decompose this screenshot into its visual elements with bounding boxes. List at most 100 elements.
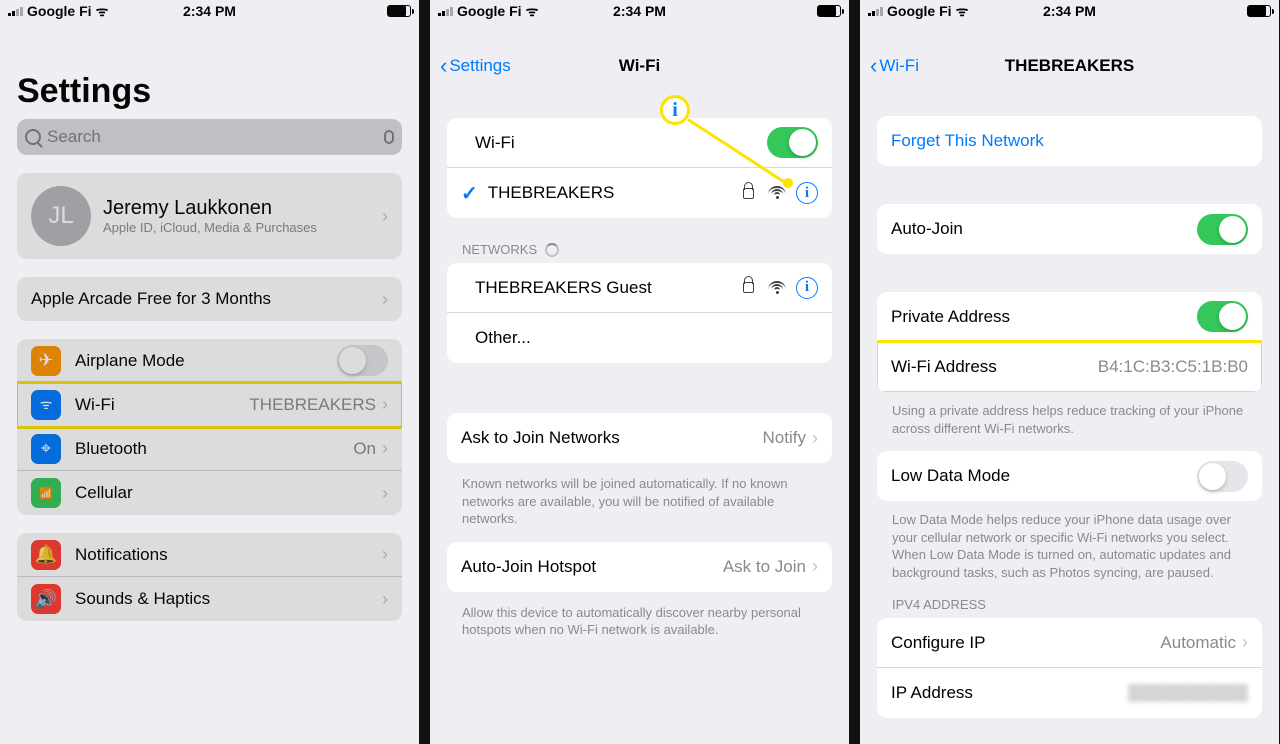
networks-header: NETWORKS (430, 236, 849, 263)
forget-label: Forget This Network (891, 131, 1044, 151)
forget-network-cell[interactable]: Forget This Network (877, 116, 1262, 166)
wifi-status-icon: ᯤ (96, 2, 109, 21)
search-placeholder: Search (47, 127, 378, 147)
time-label: 2:34 PM (183, 3, 236, 19)
wifi-icon: ᯤ (31, 390, 61, 420)
ipv4-header: IPV4 ADDRESS (860, 595, 1279, 618)
auto-join-cell: Auto-Join (877, 204, 1262, 254)
back-label: Wi-Fi (879, 56, 919, 76)
notifications-label: Notifications (75, 545, 376, 565)
signal-icon (8, 6, 23, 16)
private-address-toggle[interactable] (1197, 301, 1248, 332)
time-label: 2:34 PM (1043, 3, 1096, 19)
configure-ip-label: Configure IP (891, 633, 1160, 653)
wifi-address-cell: Wi-Fi Address B4:1C:B3:C5:1B:B0 (877, 342, 1262, 392)
battery-icon (387, 5, 411, 17)
configure-ip-cell[interactable]: Configure IP Automatic › (877, 618, 1262, 668)
profile-cell[interactable]: JL Jeremy Laukkonen Apple ID, iCloud, Me… (17, 173, 402, 259)
auto-join-toggle[interactable] (1197, 214, 1248, 245)
private-address-cell: Private Address (877, 292, 1262, 342)
chevron-icon: › (382, 289, 388, 310)
check-icon: ✓ (461, 181, 478, 206)
carrier-label: Google Fi (887, 3, 952, 19)
back-label: Settings (449, 56, 510, 76)
auto-hotspot-cell[interactable]: Auto-Join Hotspot Ask to Join › (447, 542, 832, 592)
auto-hotspot-label: Auto-Join Hotspot (461, 557, 723, 577)
notifications-cell[interactable]: 🔔 Notifications › (17, 533, 402, 577)
lock-icon (743, 282, 754, 293)
callout-dot (783, 178, 793, 188)
ask-join-footer: Known networks will be joined automatica… (430, 469, 849, 542)
low-data-footer: Low Data Mode helps reduce your iPhone d… (860, 505, 1279, 595)
carrier-label: Google Fi (27, 3, 92, 19)
chevron-icon: › (382, 438, 388, 459)
time-label: 2:34 PM (613, 3, 666, 19)
private-address-footer: Using a private address helps reduce tra… (860, 396, 1279, 451)
auto-join-label: Auto-Join (891, 219, 1197, 239)
cellular-label: Cellular (75, 483, 376, 503)
cellular-cell[interactable]: 📶 Cellular › (17, 471, 402, 515)
sounds-cell[interactable]: 🔊 Sounds & Haptics › (17, 577, 402, 621)
battery-icon (1247, 5, 1271, 17)
chevron-icon: › (382, 206, 388, 227)
network-cell-guest[interactable]: THEBREAKERS Guest i (447, 263, 832, 313)
search-input[interactable]: Search (17, 119, 402, 155)
low-data-label: Low Data Mode (891, 466, 1197, 486)
chevron-icon: › (812, 428, 818, 449)
low-data-cell: Low Data Mode (877, 451, 1262, 501)
wifi-signal-icon (768, 281, 786, 295)
callout-info-icon: i (660, 95, 690, 125)
search-icon (25, 129, 41, 145)
airplane-label: Airplane Mode (75, 351, 337, 371)
ask-join-label: Ask to Join Networks (461, 428, 763, 448)
airplane-cell[interactable]: ✈ Airplane Mode (17, 339, 402, 383)
avatar: JL (31, 186, 91, 246)
settings-content: Settings Search JL Jeremy Laukkonen Appl… (0, 22, 419, 621)
other-network-cell[interactable]: Other... (447, 313, 832, 363)
wifi-address-label: Wi-Fi Address (891, 357, 1098, 377)
promo-cell[interactable]: Apple Arcade Free for 3 Months › (17, 277, 402, 321)
low-data-toggle[interactable] (1197, 461, 1248, 492)
nav-bar: ‹ Settings Wi-Fi (430, 44, 849, 88)
mic-icon[interactable] (384, 130, 394, 144)
wifi-value: THEBREAKERS (249, 395, 376, 415)
nav-title: THEBREAKERS (1005, 56, 1134, 76)
back-button[interactable]: ‹ Wi-Fi (870, 53, 919, 79)
status-bar: Google Fi ᯤ 2:34 PM (0, 0, 419, 22)
cellular-icon: 📶 (31, 478, 61, 508)
ask-to-join-cell[interactable]: Ask to Join Networks Notify › (447, 413, 832, 463)
profile-subtitle: Apple ID, iCloud, Media & Purchases (103, 220, 376, 235)
page-title: Settings (0, 22, 419, 119)
other-label: Other... (461, 328, 818, 348)
signal-icon (868, 6, 883, 16)
wifi-toggle[interactable] (767, 127, 818, 158)
back-button[interactable]: ‹ Settings (440, 53, 511, 79)
info-button[interactable]: i (796, 182, 818, 204)
network-name: THEBREAKERS (488, 183, 743, 203)
airplane-toggle[interactable] (337, 345, 388, 376)
chevron-icon: › (812, 556, 818, 577)
wifi-cell[interactable]: ᯤ Wi-Fi THEBREAKERS › (17, 383, 402, 427)
wifi-label: Wi-Fi (75, 395, 249, 415)
back-chevron-icon: ‹ (440, 53, 447, 79)
bluetooth-cell[interactable]: ⌖ Bluetooth On › (17, 427, 402, 471)
wifi-status-icon: ᯤ (526, 2, 539, 21)
chevron-icon: › (382, 394, 388, 415)
status-bar: Google Fi ᯤ 2:34 PM (430, 0, 849, 22)
lock-icon (743, 188, 754, 199)
chevron-icon: › (1242, 632, 1248, 653)
airplane-icon: ✈ (31, 346, 61, 376)
phone-1-settings: Google Fi ᯤ 2:34 PM Settings Search JL J… (0, 0, 419, 744)
status-bar: Google Fi ᯤ 2:34 PM (860, 0, 1279, 22)
chevron-icon: › (382, 483, 388, 504)
bluetooth-value: On (353, 439, 376, 459)
phone-3-network-detail: Google Fi ᯤ 2:34 PM ‹ Wi-Fi THEBREAKERS … (860, 0, 1279, 744)
battery-icon (817, 5, 841, 17)
private-address-label: Private Address (891, 307, 1197, 327)
ask-join-value: Notify (763, 428, 806, 448)
bluetooth-icon: ⌖ (31, 434, 61, 464)
chevron-icon: › (382, 544, 388, 565)
info-button[interactable]: i (796, 277, 818, 299)
profile-name: Jeremy Laukkonen (103, 197, 376, 220)
configure-ip-value: Automatic (1160, 633, 1236, 653)
